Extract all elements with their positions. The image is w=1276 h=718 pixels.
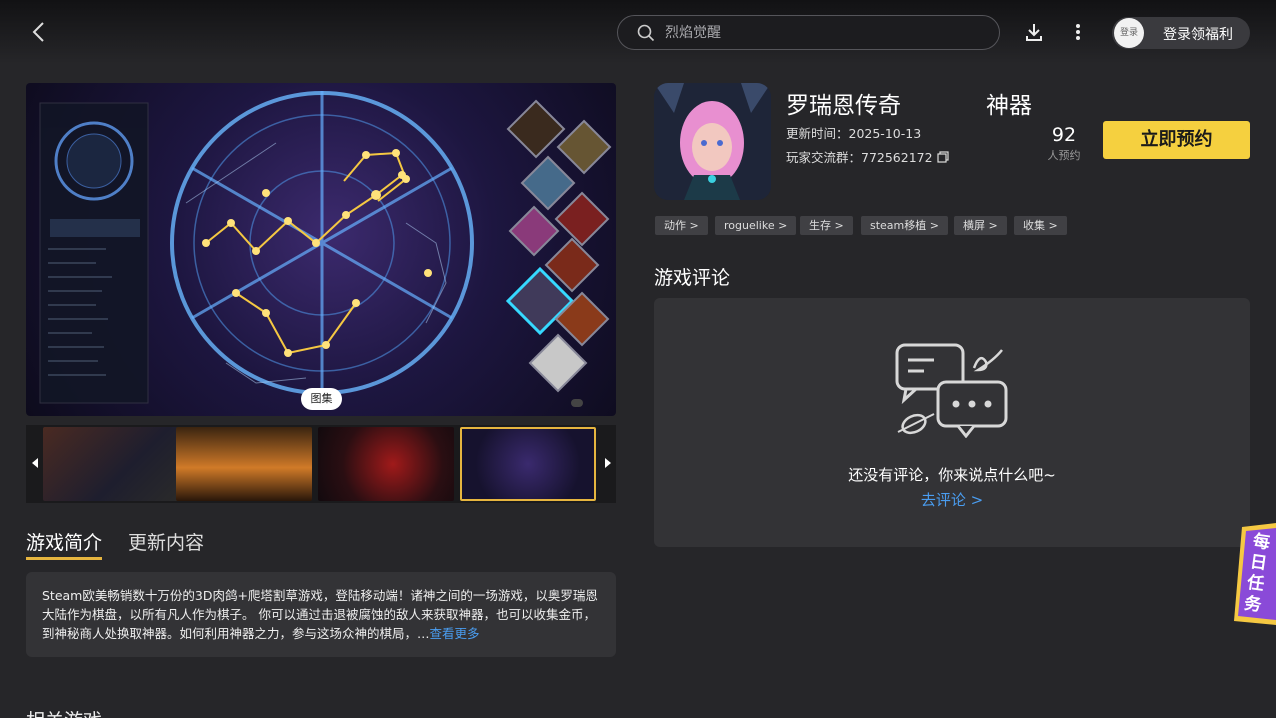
player-group: 玩家交流群：772562172 (786, 147, 949, 166)
arrow-left-icon[interactable] (30, 455, 40, 471)
game-description: Steam欧美畅销数十万份的3D肉鸽+爬塔割草游戏，登陆移动端！诸神之间的一场游… (26, 572, 616, 657)
related-games-heading: 相关游戏 (26, 706, 102, 718)
game-title: 罗瑞恩传奇 (786, 93, 901, 119)
search-icon (637, 24, 655, 42)
back-icon[interactable] (28, 20, 50, 44)
tab-updates[interactable]: 更新内容 (128, 528, 204, 555)
hero-screenshot[interactable] (26, 83, 616, 416)
more-vert-icon[interactable] (1068, 21, 1088, 43)
download-icon[interactable] (1024, 21, 1044, 43)
update-time: 更新时间：2025-10-13 (786, 126, 922, 141)
search-input[interactable] (665, 22, 985, 44)
game-icon-art (654, 83, 771, 200)
login-label: 登录领福利 (1163, 27, 1233, 43)
game-title-suffix: 神器 (986, 93, 1032, 119)
tag-steam-port[interactable]: steam移植 > (861, 216, 948, 235)
no-reviews-text: 还没有评论，你来说点什么吧~ (848, 466, 1056, 484)
thumbnail-4[interactable] (460, 427, 596, 501)
reserve-count: 92 (1051, 124, 1077, 146)
description-text: Steam欧美畅销数十万份的3D肉鸽+爬塔割草游戏，登陆移动端！诸神之间的一场游… (42, 588, 598, 641)
tag-landscape[interactable]: 横屏 > (954, 216, 1007, 235)
hero-artwork (39, 91, 612, 407)
tag-roguelike[interactable]: roguelike > (715, 216, 797, 235)
reviews-heading: 游戏评论 (654, 267, 731, 289)
write-review-link[interactable]: 去评论 > (654, 489, 1250, 510)
player-group-text: 玩家交流群：772562172 (786, 150, 933, 165)
login-rewards-button[interactable]: 登录 登录领福利 (1112, 17, 1250, 49)
thumbnail-strip (26, 425, 616, 503)
tab-underline (26, 557, 102, 560)
gallery-badge[interactable]: 图集 (301, 388, 342, 410)
avatar: 登录 (1114, 18, 1144, 48)
reviews-panel: 还没有评论，你来说点什么吧~ 去评论 > (654, 298, 1250, 547)
thumbnail-2[interactable] (176, 427, 312, 501)
tag-survival[interactable]: 生存 > (800, 216, 853, 235)
arrow-right-icon[interactable] (603, 455, 613, 471)
search-bar[interactable] (617, 15, 1000, 50)
tab-intro[interactable]: 游戏简介 (26, 528, 102, 555)
game-icon (654, 83, 771, 200)
copy-icon[interactable] (936, 151, 949, 163)
thumbnail-1[interactable] (43, 427, 179, 501)
thumbnail-3[interactable] (318, 427, 454, 501)
reserve-count-label: 人预约 (1047, 149, 1081, 162)
tag-collect[interactable]: 收集 > (1014, 216, 1067, 235)
reserve-button[interactable]: 立即预约 (1103, 121, 1250, 159)
tag-action[interactable]: 动作 > (655, 216, 708, 235)
see-more-link[interactable]: 查看更多 (430, 626, 480, 641)
chat-bubbles-icon (895, 343, 1008, 438)
